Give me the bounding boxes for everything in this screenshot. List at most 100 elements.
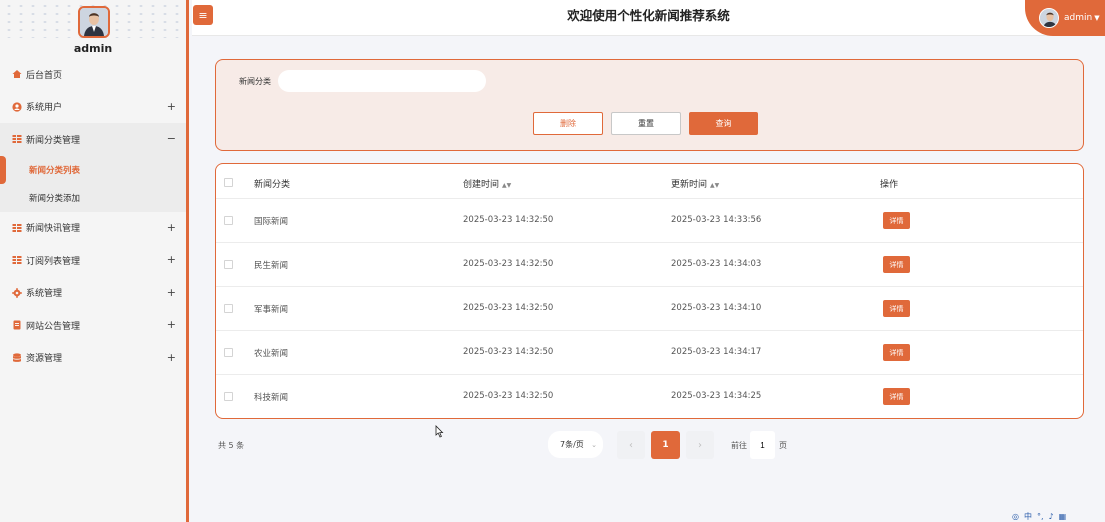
sidebar-item-system-users[interactable]: 系统用户 + [0,91,186,124]
avatar [78,6,110,38]
sidebar-item-label: 订阅列表管理 [26,256,81,267]
page-size-value: 7条/页 [560,440,584,449]
punctuation-icon[interactable]: °, [1037,512,1044,521]
cell-category: 民生新闻 [254,261,289,271]
column-header-actions: 操作 [880,180,899,190]
goto-label: 前往 [731,441,747,450]
cell-updated: 2025-03-23 14:33:56 [671,215,762,225]
table-row: 国际新闻 2025-03-23 14:32:50 2025-03-23 14:3… [216,199,1083,243]
collapse-icon: − [166,132,176,146]
table-row: 军事新闻 2025-03-23 14:32:50 2025-03-23 14:3… [216,287,1083,331]
row-checkbox[interactable] [224,216,233,225]
ime-logo-icon[interactable]: ◎ [1012,512,1019,521]
submenu-news-category: 新闻分类列表 新闻分类添加 [0,155,186,212]
cell-created: 2025-03-23 14:32:50 [463,215,554,225]
cell-created: 2025-03-23 14:32:50 [463,391,554,401]
sidebar: admin 后台首页 系统用户 + 新闻分类管理 − 新闻分类列表 新闻分类添加… [0,0,189,522]
cell-category: 科技新闻 [254,393,289,403]
expand-icon: + [166,350,176,364]
sidebar-item-subscriptions[interactable]: 订阅列表管理 + [0,244,186,277]
column-header-label: 更新时间 [671,180,708,190]
column-header-label: 创建时间 [463,180,500,190]
chevron-left-icon: ‹ [629,439,633,451]
user-menu[interactable]: admin ▼ [1025,0,1105,36]
ime-language-toggle[interactable]: 中 [1024,511,1032,522]
sidebar-item-news-category[interactable]: 新闻分类管理 − [0,123,186,156]
table-row: 农业新闻 2025-03-23 14:32:50 2025-03-23 14:3… [216,331,1083,375]
detail-button[interactable]: 详情 [883,256,910,273]
submenu-item-category-list[interactable]: 新闻分类列表 [0,155,186,184]
column-header-created[interactable]: 创建时间 ▲▼ [463,177,511,190]
category-search-input[interactable] [278,70,486,92]
sidebar-item-news-flash[interactable]: 新闻快讯管理 + [0,212,186,245]
reset-button[interactable]: 重置 [611,112,681,135]
chevron-down-icon: ⌄ [591,440,597,449]
user-name: admin [1064,13,1093,23]
select-all-checkbox[interactable] [224,178,233,187]
cell-created: 2025-03-23 14:32:50 [463,259,554,269]
sidebar-item-announcements[interactable]: 网站公告管理 + [0,309,186,342]
delete-button[interactable]: 删除 [533,112,603,135]
submenu-item-category-add[interactable]: 新闻分类添加 [0,184,186,212]
sidebar-item-label: 新闻快讯管理 [26,224,81,235]
search-panel: 新闻分类 删除 重置 查询 [215,59,1084,151]
expand-icon: + [166,285,176,299]
sidebar-item-label: 网站公告管理 [26,321,81,332]
table-row: 科技新闻 2025-03-23 14:32:50 2025-03-23 14:3… [216,375,1083,418]
sidebar-item-system-management[interactable]: 系统管理 + [0,277,186,310]
column-header-updated[interactable]: 更新时间 ▲▼ [671,177,719,190]
search-label: 新闻分类 [239,77,271,86]
goto-unit: 页 [779,441,787,450]
chevron-right-icon: › [698,439,702,451]
column-header-category: 新闻分类 [254,180,291,190]
table-row: 民生新闻 2025-03-23 14:32:50 2025-03-23 14:3… [216,243,1083,287]
ime-toolbar: ◎ 中 °, ♪ ▦ [1009,511,1105,522]
cell-updated: 2025-03-23 14:34:10 [671,303,762,313]
cell-category: 军事新闻 [254,305,289,315]
top-header: 欢迎使用个性化新闻推荐系统 ≡ admin ▼ [192,0,1105,36]
table-header-row: 新闻分类 创建时间 ▲▼ 更新时间 ▲▼ 操作 [216,164,1083,199]
expand-icon: + [166,253,176,267]
row-checkbox[interactable] [224,260,233,269]
cell-created: 2025-03-23 14:32:50 [463,347,554,357]
sidebar-menu: 后台首页 系统用户 + 新闻分类管理 − 新闻分类列表 新闻分类添加 新闻快讯管… [0,58,186,374]
sidebar-item-home[interactable]: 后台首页 [0,58,186,91]
detail-button[interactable]: 详情 [883,388,910,405]
microphone-icon[interactable]: ♪ [1049,512,1054,521]
user-icon [12,102,22,112]
sort-icon[interactable]: ▲▼ [710,182,719,189]
document-icon [13,320,21,330]
apps-grid-icon[interactable]: ▦ [1059,512,1067,521]
query-button[interactable]: 查询 [689,112,758,135]
cell-updated: 2025-03-23 14:34:17 [671,347,762,357]
cell-created: 2025-03-23 14:32:50 [463,303,554,313]
chevron-down-icon: ▼ [1094,14,1100,22]
expand-icon: + [166,318,176,332]
data-table: 新闻分类 创建时间 ▲▼ 更新时间 ▲▼ 操作 国际新闻 2025-03-23 14… [215,163,1084,419]
sidebar-username: admin [73,42,113,55]
detail-button[interactable]: 详情 [883,212,910,229]
row-checkbox[interactable] [224,392,233,401]
row-checkbox[interactable] [224,304,233,313]
sidebar-item-label: 新闻分类管理 [26,135,81,146]
grid-icon [12,135,22,144]
detail-button[interactable]: 详情 [883,300,910,317]
menu-toggle-button[interactable]: ≡ [193,5,213,25]
page-number-current[interactable]: 1 [651,431,680,459]
sort-icon[interactable]: ▲▼ [502,182,511,189]
page-title: 欢迎使用个性化新闻推荐系统 [567,8,730,23]
goto-page-input[interactable] [750,431,775,459]
detail-button[interactable]: 详情 [883,344,910,361]
cell-category: 农业新闻 [254,349,289,359]
cell-updated: 2025-03-23 14:34:03 [671,259,762,269]
grid-icon [12,223,22,232]
prev-page-button[interactable]: ‹ [617,431,645,459]
user-avatar [1039,8,1059,28]
next-page-button[interactable]: › [686,431,714,459]
page-size-select[interactable]: 7条/页 ⌄ [548,431,603,458]
cell-updated: 2025-03-23 14:34:25 [671,391,762,401]
sidebar-item-resources[interactable]: 资源管理 + [0,342,186,375]
row-checkbox[interactable] [224,348,233,357]
expand-icon: + [166,220,176,234]
pagination-total: 共 5 条 [218,441,245,450]
